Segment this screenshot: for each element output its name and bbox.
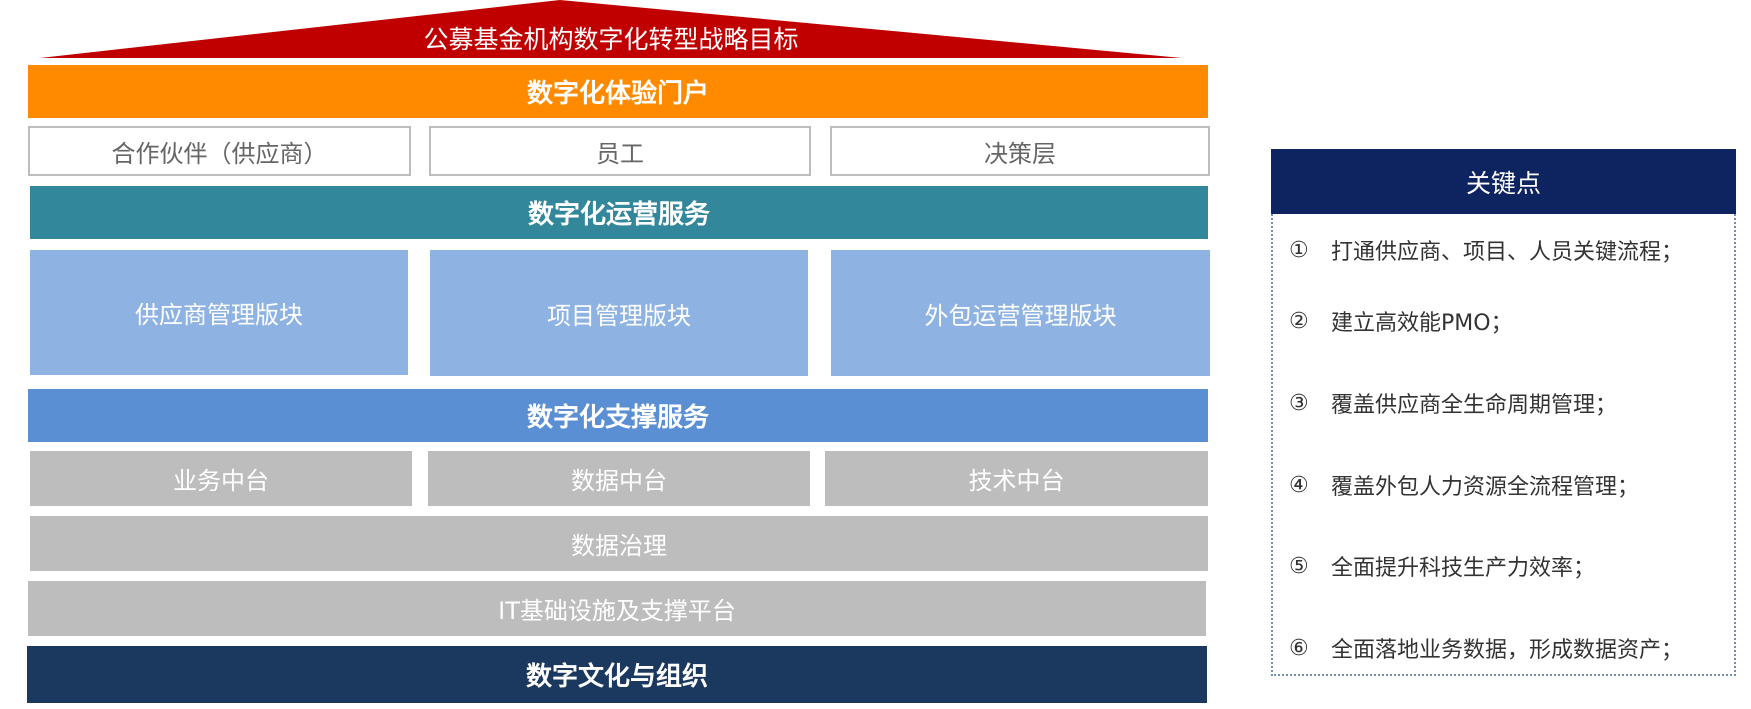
- key-point-item: ④ 覆盖外包人力资源全流程管理；: [1289, 468, 1729, 502]
- key-point-text: 覆盖外包人力资源全流程管理；: [1331, 475, 1640, 500]
- portal-item-staff: 员工: [429, 126, 811, 176]
- infrastructure-band: IT基础设施及支撑平台: [28, 581, 1206, 636]
- key-point-item: ③ 覆盖供应商全生命周期管理；: [1289, 386, 1729, 420]
- key-point-number: ②: [1289, 308, 1309, 334]
- key-point-number: ⑤: [1289, 553, 1309, 579]
- key-point-item: ⑥ 全面落地业务数据，形成数据资产；: [1289, 631, 1729, 665]
- key-point-text: 全面提升科技生产力效率；: [1331, 556, 1596, 581]
- key-point-number: ③: [1289, 390, 1309, 416]
- portal-item-decision: 决策层: [830, 126, 1210, 176]
- data-governance-band: 数据治理: [30, 516, 1208, 571]
- module-project: 项目管理版块: [430, 250, 808, 376]
- key-point-item: ① 打通供应商、项目、人员关键流程；: [1289, 233, 1729, 267]
- culture-band: 数字文化与组织: [27, 646, 1207, 703]
- key-point-text: 覆盖供应商全生命周期管理；: [1331, 393, 1618, 418]
- platform-data: 数据中台: [428, 451, 810, 506]
- portal-band: 数字化体验门户: [28, 65, 1208, 118]
- module-supplier: 供应商管理版块: [30, 250, 408, 375]
- module-outsourcing: 外包运营管理版块: [831, 250, 1210, 376]
- key-point-item: ② 建立高效能PMO；: [1289, 304, 1729, 338]
- platform-tech: 技术中台: [825, 451, 1208, 506]
- operations-band: 数字化运营服务: [30, 186, 1208, 239]
- key-point-text: 建立高效能PMO；: [1331, 311, 1513, 336]
- strategy-title: 公募基金机构数字化转型战略目标: [423, 25, 799, 54]
- key-point-text: 全面落地业务数据，形成数据资产；: [1331, 638, 1684, 663]
- key-point-text: 打通供应商、项目、人员关键流程；: [1331, 240, 1684, 265]
- key-point-item: ⑤ 全面提升科技生产力效率；: [1289, 549, 1729, 583]
- key-point-number: ①: [1289, 237, 1309, 263]
- key-points-header: 关键点: [1271, 149, 1736, 214]
- support-band: 数字化支撑服务: [28, 389, 1208, 442]
- platform-business: 业务中台: [30, 451, 412, 506]
- key-point-number: ④: [1289, 472, 1309, 498]
- key-point-number: ⑥: [1289, 635, 1309, 661]
- portal-item-partner: 合作伙伴（供应商）: [28, 126, 411, 176]
